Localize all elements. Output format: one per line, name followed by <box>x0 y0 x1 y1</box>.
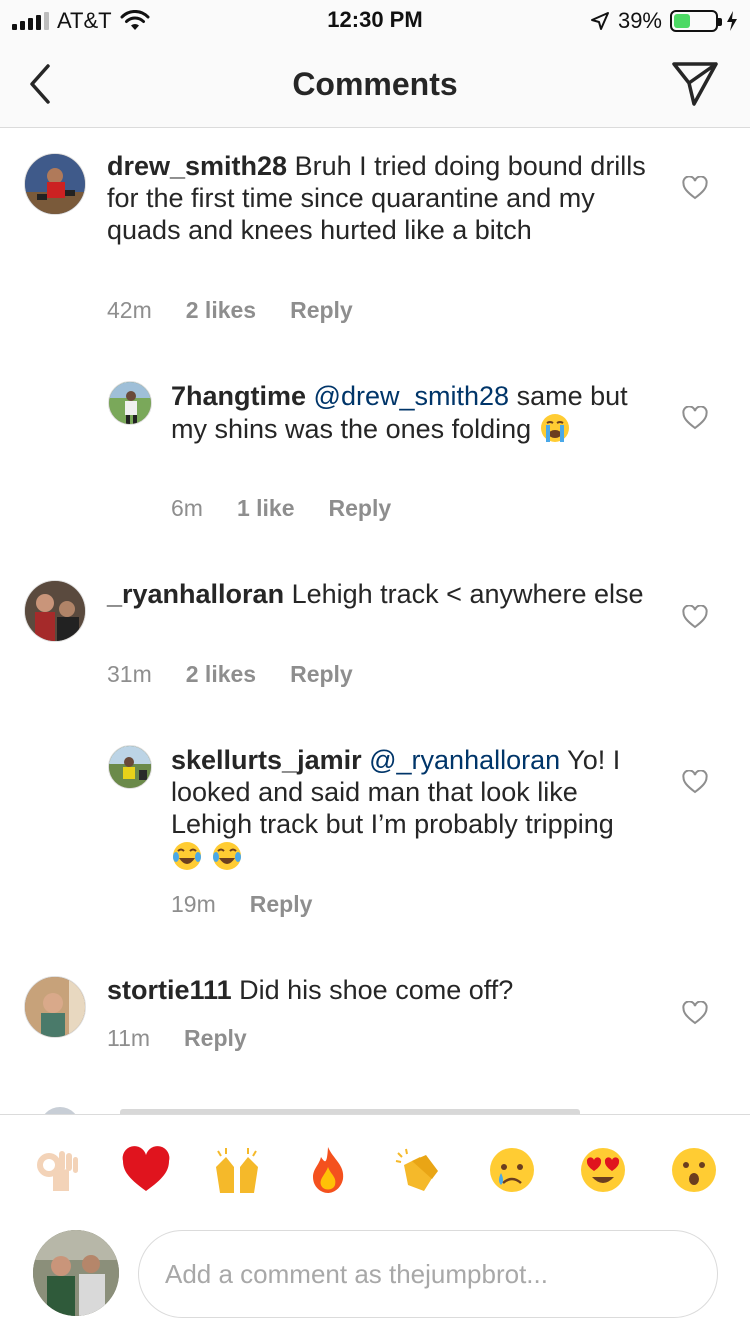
reply-button[interactable]: Reply <box>184 1025 247 1052</box>
battery-fill <box>674 14 690 28</box>
heart-icon[interactable] <box>682 176 708 200</box>
status-bar: AT&T 12:30 PM 39% <box>0 0 750 40</box>
comment-meta: 6m 1 like Reply <box>171 495 391 522</box>
comment-likes[interactable]: 1 like <box>237 495 295 522</box>
loudly-crying-emoji <box>540 414 569 442</box>
comment-meta: 19m Reply <box>171 891 312 918</box>
comment-likes[interactable]: 2 likes <box>186 297 256 324</box>
status-right: 39% <box>590 8 738 34</box>
send-direct-icon[interactable] <box>670 58 720 108</box>
comment-text: drew_smith28 Bruh I tried doing bound dr… <box>107 150 647 246</box>
comments-header: Comments <box>0 40 750 128</box>
mention-link[interactable]: @_ryanhalloran <box>369 745 560 775</box>
clapping-hands-emoji[interactable] <box>394 1145 444 1195</box>
comment-username[interactable]: drew_smith28 <box>107 151 287 181</box>
heart-icon[interactable] <box>682 406 708 430</box>
charging-icon <box>727 11 737 31</box>
reply-button[interactable]: Reply <box>290 297 353 324</box>
comment-username[interactable]: stortie111 <box>107 975 232 1005</box>
comment-text: _ryanhalloran Lehigh track < anywhere el… <box>107 578 647 610</box>
comment-time: 31m <box>107 661 152 687</box>
partial-comment-item <box>0 1101 750 1114</box>
comment-meta: 42m 2 likes Reply <box>107 297 353 324</box>
avatar[interactable] <box>108 381 152 425</box>
comment-time: 11m <box>107 1025 151 1051</box>
heart-icon[interactable] <box>682 770 708 794</box>
comment-time: 42m <box>107 297 152 323</box>
comment-body: Did his shoe come off? <box>239 975 514 1005</box>
comment-meta: 11m Reply <box>107 1025 247 1052</box>
comment-username[interactable]: 7hangtime <box>171 381 306 411</box>
comment-username[interactable]: skellurts_jamir <box>171 745 362 775</box>
crying-face-emoji[interactable] <box>487 1145 537 1195</box>
reply-button[interactable]: Reply <box>329 495 392 522</box>
tears-of-joy-emoji <box>212 842 241 870</box>
red-heart-emoji[interactable] <box>121 1145 171 1195</box>
page-title: Comments <box>292 66 458 102</box>
heart-eyes-emoji[interactable] <box>578 1145 628 1195</box>
raising-hands-emoji[interactable] <box>212 1145 262 1195</box>
comment-username[interactable]: _ryanhalloran <box>107 579 284 609</box>
astonished-face-emoji[interactable] <box>669 1145 719 1195</box>
avatar[interactable] <box>24 976 86 1038</box>
quick-reaction-bar <box>0 1114 750 1222</box>
battery-icon <box>670 10 722 32</box>
comment-time: 6m <box>171 495 203 521</box>
avatar[interactable] <box>24 580 86 642</box>
comment-input[interactable] <box>138 1230 718 1318</box>
comment-text: skellurts_jamir @_ryanhalloran Yo! I loo… <box>171 744 641 873</box>
heart-icon[interactable] <box>682 605 708 629</box>
tears-of-joy-emoji <box>173 842 201 870</box>
comments-list[interactable]: drew_smith28 Bruh I tried doing bound dr… <box>0 129 750 1114</box>
reply-button[interactable]: Reply <box>290 661 353 688</box>
reply-button[interactable]: Reply <box>250 891 313 918</box>
avatar <box>33 1230 119 1316</box>
mention-link[interactable]: @drew_smith28 <box>314 381 510 411</box>
ok-hand-emoji[interactable] <box>31 1145 81 1195</box>
comment-body: Lehigh track < anywhere else <box>291 579 644 609</box>
heart-icon[interactable] <box>682 1001 708 1025</box>
comment-text: stortie111 Did his shoe come off? <box>107 974 647 1006</box>
comment-text: 7hangtime @drew_smith28 same but my shin… <box>171 380 631 445</box>
location-icon <box>590 12 609 30</box>
comment-likes[interactable]: 2 likes <box>186 661 256 688</box>
avatar[interactable] <box>108 745 152 789</box>
fire-emoji[interactable] <box>303 1145 353 1195</box>
comment-composer <box>0 1222 750 1334</box>
battery-percent: 39% <box>617 8 662 33</box>
comment-meta: 31m 2 likes Reply <box>107 661 353 688</box>
comment-time: 19m <box>171 891 216 917</box>
avatar[interactable] <box>24 153 86 215</box>
